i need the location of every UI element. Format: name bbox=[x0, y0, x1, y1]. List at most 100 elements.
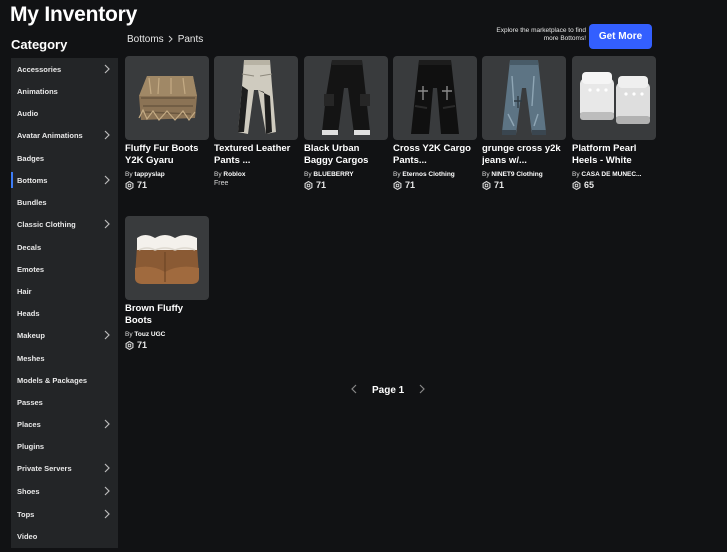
page-label: Page 1 bbox=[372, 385, 405, 396]
cross-cargos-icon bbox=[411, 60, 459, 134]
breadcrumb: Bottoms Pants bbox=[127, 34, 203, 45]
sidebar-item-label: Audio bbox=[17, 108, 39, 118]
sidebar-item-classic-clothing[interactable]: Classic Clothing bbox=[11, 213, 118, 235]
item-name[interactable]: Brown Fluffy Boots bbox=[125, 303, 209, 329]
brown-boots-icon bbox=[135, 235, 199, 284]
item-card[interactable]: Cross Y2K Cargo Pants... By Eternos Clot… bbox=[393, 56, 477, 190]
item-price: 71 bbox=[304, 180, 388, 190]
item-creator-name[interactable]: tappyslap bbox=[134, 171, 164, 178]
item-card[interactable]: grunge cross y2k jeans w/... By NINET9 C… bbox=[482, 56, 566, 190]
chevron-right-icon bbox=[102, 462, 112, 474]
sidebar-item-label: Private Servers bbox=[17, 463, 72, 473]
item-price: 71 bbox=[393, 180, 477, 190]
chevron-right-icon bbox=[102, 485, 112, 497]
robux-icon bbox=[125, 340, 134, 350]
pagination: Page 1 bbox=[350, 383, 426, 398]
item-card[interactable]: Platform Pearl Heels - White By CASA DE … bbox=[572, 56, 656, 190]
breadcrumb-parent-link[interactable]: Bottoms bbox=[127, 34, 164, 45]
sidebar-item-label: Badges bbox=[17, 153, 45, 163]
item-name[interactable]: grunge cross y2k jeans w/... bbox=[482, 143, 566, 169]
sidebar-item-shoes[interactable]: Shoes bbox=[11, 480, 118, 502]
sidebar-item-label: Animations bbox=[17, 86, 58, 96]
item-card[interactable]: Black Urban Baggy Cargos By BLUEBERRY 71 bbox=[304, 56, 388, 190]
get-more-button[interactable]: Get More bbox=[589, 24, 652, 49]
item-creator: By Roblox bbox=[214, 171, 246, 178]
sidebar-item-places[interactable]: Places bbox=[11, 413, 118, 435]
item-name[interactable]: Cross Y2K Cargo Pants... bbox=[393, 143, 477, 169]
item-name[interactable]: Platform Pearl Heels - White bbox=[572, 143, 656, 169]
item-creator-name[interactable]: Touz UGC bbox=[134, 331, 165, 338]
category-title: Category bbox=[11, 37, 68, 52]
item-thumbnail[interactable] bbox=[125, 216, 209, 300]
item-thumbnail[interactable] bbox=[393, 56, 477, 140]
sidebar-item-passes[interactable]: Passes bbox=[11, 391, 118, 413]
sidebar-item-label: Bottoms bbox=[17, 175, 48, 185]
sidebar-item-label: Decals bbox=[17, 242, 42, 252]
breadcrumb-current: Pants bbox=[177, 34, 204, 45]
item-thumbnail[interactable] bbox=[482, 56, 566, 140]
sidebar-item-label: Tops bbox=[17, 509, 35, 519]
sidebar-item-avatar-animations[interactable]: Avatar Animations bbox=[11, 124, 118, 146]
sidebar-item-accessories[interactable]: Accessories bbox=[11, 58, 118, 80]
sidebar-item-label: Classic Clothing bbox=[17, 219, 76, 229]
item-creator: By BLUEBERRY bbox=[304, 171, 354, 178]
sidebar-item-label: Avatar Animations bbox=[17, 130, 83, 140]
sidebar-item-heads[interactable]: Heads bbox=[11, 302, 118, 324]
sidebar-item-meshes[interactable]: Meshes bbox=[11, 347, 118, 369]
black-cargos-icon bbox=[322, 60, 370, 135]
item-name[interactable]: Black Urban Baggy Cargos bbox=[304, 143, 388, 169]
sidebar-item-badges[interactable]: Badges bbox=[11, 147, 118, 169]
item-price: 65 bbox=[572, 180, 656, 190]
sidebar-item-label: Passes bbox=[17, 397, 43, 407]
item-creator-name[interactable]: CASA DE MUNEC... bbox=[581, 171, 641, 178]
sidebar-item-audio[interactable]: Audio bbox=[11, 102, 118, 124]
marketplace-promo-text: Explore the marketplace to find more Bot… bbox=[496, 27, 586, 43]
sidebar-item-video[interactable]: Video bbox=[11, 525, 118, 547]
robux-icon bbox=[482, 180, 491, 190]
sidebar-item-private-servers[interactable]: Private Servers bbox=[11, 457, 118, 479]
item-creator: By CASA DE MUNEC... bbox=[572, 171, 642, 178]
chevron-right-icon bbox=[102, 218, 112, 230]
item-creator-name[interactable]: NINET9 Clothing bbox=[491, 171, 542, 178]
robux-icon bbox=[125, 180, 134, 190]
prev-page-button[interactable] bbox=[350, 383, 358, 398]
item-creator-name[interactable]: BLUEBERRY bbox=[313, 171, 353, 178]
item-card[interactable]: Textured Leather Pants ... By Roblox Fre… bbox=[214, 56, 298, 187]
sidebar-item-label: Video bbox=[17, 531, 38, 541]
sidebar-item-label: Hair bbox=[17, 286, 32, 296]
item-price: 71 bbox=[482, 180, 566, 190]
item-card[interactable]: Fluffy Fur Boots Y2K Gyaru By tappyslap … bbox=[125, 56, 209, 190]
category-sidebar: Accessories Animations Audio Avatar Anim… bbox=[11, 58, 118, 548]
sidebar-item-tops[interactable]: Tops bbox=[11, 503, 118, 525]
item-creator-name[interactable]: Eternos Clothing bbox=[402, 171, 454, 178]
sidebar-item-label: Heads bbox=[17, 308, 40, 318]
fur-boots-icon bbox=[138, 76, 197, 122]
sidebar-item-animations[interactable]: Animations bbox=[11, 80, 118, 102]
item-thumbnail[interactable] bbox=[125, 56, 209, 140]
item-name[interactable]: Fluffy Fur Boots Y2K Gyaru bbox=[125, 143, 209, 169]
sidebar-item-makeup[interactable]: Makeup bbox=[11, 324, 118, 346]
page-title: My Inventory bbox=[10, 3, 138, 26]
sidebar-item-emotes[interactable]: Emotes bbox=[11, 258, 118, 280]
sidebar-item-bottoms[interactable]: Bottoms bbox=[11, 169, 118, 191]
item-card[interactable]: Brown Fluffy Boots By Touz UGC 71 bbox=[125, 216, 209, 350]
item-creator-name[interactable]: Roblox bbox=[223, 171, 245, 178]
sidebar-item-models-packages[interactable]: Models & Packages bbox=[11, 369, 118, 391]
item-thumbnail[interactable] bbox=[214, 56, 298, 140]
chevron-right-icon bbox=[419, 384, 426, 394]
sidebar-item-plugins[interactable]: Plugins bbox=[11, 435, 118, 457]
item-name[interactable]: Textured Leather Pants ... bbox=[214, 143, 298, 169]
robux-icon bbox=[304, 180, 313, 190]
item-price: 71 bbox=[125, 340, 209, 350]
sidebar-item-decals[interactable]: Decals bbox=[11, 236, 118, 258]
chevron-right-icon bbox=[102, 174, 112, 186]
sidebar-item-bundles[interactable]: Bundles bbox=[11, 191, 118, 213]
next-page-button[interactable] bbox=[418, 383, 426, 398]
sidebar-item-label: Meshes bbox=[17, 353, 45, 363]
sidebar-item-label: Plugins bbox=[17, 441, 45, 451]
item-thumbnail[interactable] bbox=[304, 56, 388, 140]
sidebar-item-hair[interactable]: Hair bbox=[11, 280, 118, 302]
sidebar-item-label: Shoes bbox=[17, 486, 40, 496]
pearl-heels-icon bbox=[580, 72, 650, 124]
item-thumbnail[interactable] bbox=[572, 56, 656, 140]
